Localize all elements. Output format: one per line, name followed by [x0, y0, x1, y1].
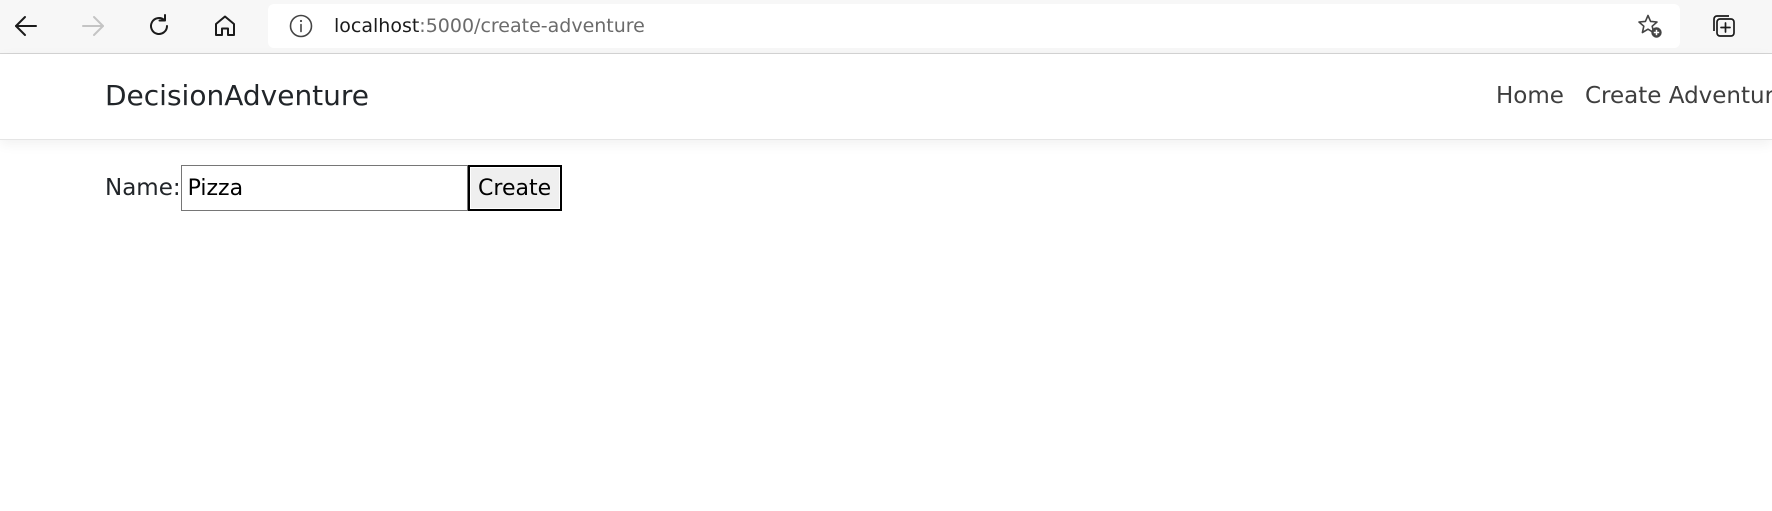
browser-toolbar: localhost:5000/create-adventure — [0, 0, 1772, 54]
url-path: :5000/create-adventure — [419, 15, 645, 37]
create-adventure-form: Name: Create — [105, 165, 562, 211]
home-icon[interactable] — [205, 6, 245, 46]
add-favorite-star-icon[interactable] — [1636, 12, 1664, 40]
nav-create-adventure-link[interactable]: Create Adventure — [1585, 82, 1772, 110]
refresh-icon[interactable] — [139, 6, 179, 46]
url-host: localhost — [334, 15, 420, 37]
name-input[interactable] — [180, 165, 468, 211]
url-text[interactable]: localhost:5000/create-adventure — [334, 14, 645, 38]
brand-link[interactable]: DecisionAdventure — [105, 79, 369, 113]
collections-icon[interactable] — [1704, 6, 1744, 46]
name-label: Name: — [105, 175, 181, 201]
nav-home-link[interactable]: Home — [1496, 82, 1564, 110]
create-button[interactable]: Create — [467, 165, 562, 211]
forward-arrow-icon[interactable] — [73, 6, 113, 46]
site-header: DecisionAdventure Home Create Adventure — [0, 54, 1772, 140]
info-icon[interactable] — [288, 13, 314, 39]
back-arrow-icon[interactable] — [6, 6, 46, 46]
address-bar[interactable]: localhost:5000/create-adventure — [268, 4, 1680, 48]
